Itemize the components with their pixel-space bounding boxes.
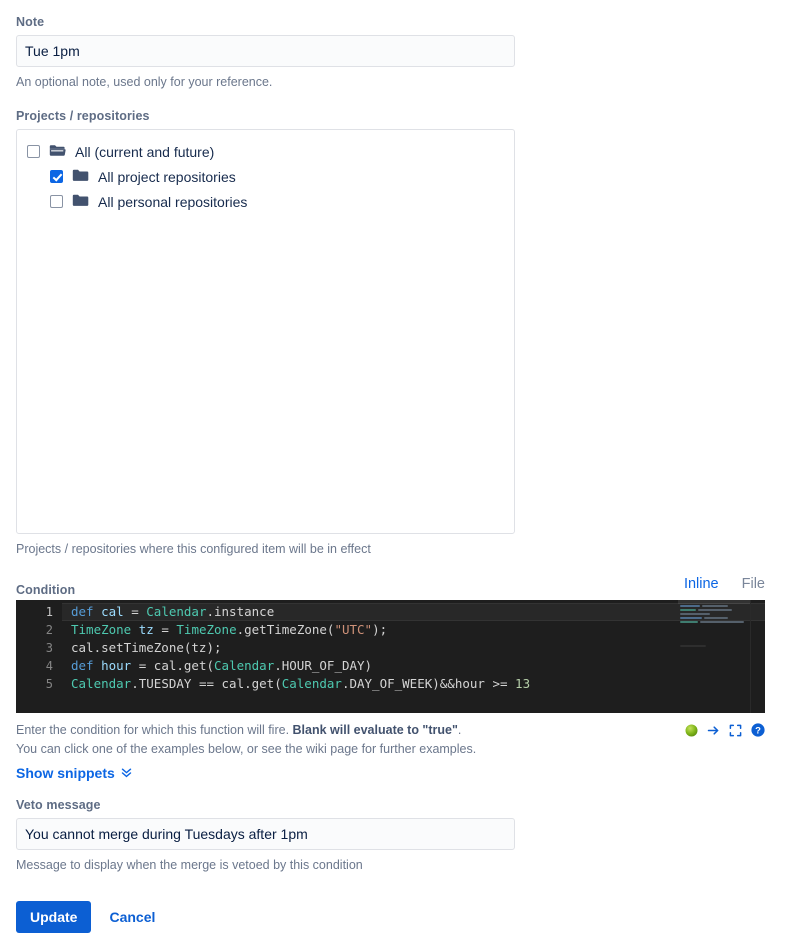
line-number: 1 [45,605,53,619]
code-token: .DAY_OF_WEEK)&&hour >= [341,676,516,691]
condition-label: Condition [16,583,76,597]
form-actions: Update Cancel [16,901,771,933]
tree-item-label: All project repositories [98,168,236,185]
code-line: def cal = Calendar.instance [62,603,765,621]
condition-header: Condition Inline File [16,575,765,602]
veto-help-text: Message to display when the merge is vet… [16,858,363,872]
code-token: Calendar [146,604,207,619]
show-snippets-label: Show snippets [16,765,115,781]
tree-row[interactable]: All personal repositories [27,189,504,214]
code-token: 13 [515,676,531,691]
projects-field-group: Projects / repositories All (current and… [16,108,771,558]
folder-open-icon [49,143,66,160]
code-token: "UTC" [334,622,373,637]
editor-tool-icons: ? [685,721,765,742]
code-token: .TUESDAY == cal.get( [131,676,282,691]
code-token: Calendar [281,676,342,691]
condition-code-editor[interactable]: 1 2 3 4 5 def cal = Calendar.instance Tim… [16,600,765,713]
code-token: ); [372,622,388,637]
help-icon[interactable]: ? [751,723,765,742]
code-token: Calendar [214,658,275,673]
folder-icon [72,193,89,210]
svg-text:?: ? [755,725,761,736]
code-token: .HOUR_OF_DAY) [274,658,373,673]
condition-help-line-2: You can click one of the examples below,… [16,742,477,756]
show-snippets-toggle[interactable]: Show snippets [16,764,132,782]
condition-footer: Enter the condition for which this funct… [16,721,765,783]
code-token: .getTimeZone( [236,622,335,637]
veto-label: Veto message [16,798,101,812]
tree-item-label: All personal repositories [98,193,248,210]
folder-icon [72,168,89,185]
status-ok-icon[interactable] [685,724,698,742]
code-token: = [123,604,147,619]
code-line: cal.setTimeZone(tz); [62,639,765,657]
code-token: cal [101,604,124,619]
condition-help-line-1: Enter the condition for which this funct… [16,721,685,740]
code-token: = cal.get( [131,658,215,673]
editor-vertical-scrollbar[interactable] [750,600,765,713]
tab-inline[interactable]: Inline [683,575,719,602]
projects-help-text: Projects / repositories where this confi… [16,542,371,556]
code-token: hour [101,658,132,673]
projects-tree[interactable]: All (current and future) All project rep… [16,129,515,534]
tree-row[interactable]: All project repositories [27,164,504,189]
code-token: tz [138,622,154,637]
condition-help-plain: Enter the condition for which this funct… [16,723,293,737]
note-input[interactable]: Tue 1pm [16,35,515,67]
tree-row[interactable]: All (current and future) [27,139,504,164]
code-line: def hour = cal.get(Calendar.HOUR_OF_DAY) [62,657,765,675]
line-number: 3 [45,641,53,655]
configuration-form: Note Tue 1pm An optional note, used only… [0,0,787,933]
update-button[interactable]: Update [16,901,92,933]
chevron-double-down-icon [121,764,132,782]
note-label: Note [16,15,45,29]
code-line: Calendar.TUESDAY == cal.get(Calendar.DAY… [62,675,765,693]
condition-field-group: Condition Inline File 1 2 3 4 5 def cal … [16,575,771,783]
veto-field-group: Veto message You cannot merge during Tue… [16,797,771,874]
code-token: cal.setTimeZone(tz); [71,640,222,655]
condition-source-tabs: Inline File [683,575,765,602]
tab-file[interactable]: File [741,575,765,602]
code-token: TimeZone [71,622,132,637]
projects-label: Projects / repositories [16,109,150,123]
checkbox-all-project-repositories[interactable] [50,170,63,183]
line-number: 4 [45,659,53,673]
editor-line-numbers: 1 2 3 4 5 [16,600,62,713]
run-arrow-icon[interactable] [707,724,720,742]
code-token: def [71,604,94,619]
cancel-button[interactable]: Cancel [99,901,165,933]
checkbox-all-current-and-future[interactable] [27,145,40,158]
note-field-group: Note Tue 1pm An optional note, used only… [16,14,771,91]
code-token: = [153,622,177,637]
code-token: TimeZone [176,622,237,637]
veto-message-input[interactable]: You cannot merge during Tuesdays after 1… [16,818,515,850]
editor-code-area[interactable]: def cal = Calendar.instance TimeZone tz =… [62,600,765,713]
condition-help-bold: Blank will evaluate to "true" [292,723,458,737]
code-token: Calendar [71,676,132,691]
tree-item-label: All (current and future) [75,143,215,160]
line-number: 5 [45,677,53,691]
code-token: def [71,658,94,673]
fullscreen-icon[interactable] [729,724,742,742]
line-number: 2 [45,623,53,637]
condition-help-tail: . [457,723,462,737]
code-token: .instance [206,604,275,619]
code-line: TimeZone tz = TimeZone.getTimeZone("UTC"… [62,621,765,639]
checkbox-all-personal-repositories[interactable] [50,195,63,208]
note-help-text: An optional note, used only for your ref… [16,75,273,89]
